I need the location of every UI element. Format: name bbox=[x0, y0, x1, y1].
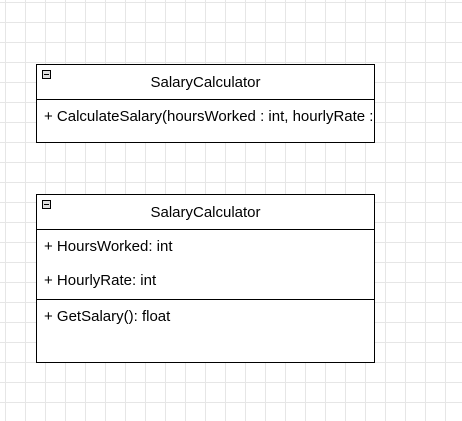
class-name: SalaryCalculator bbox=[150, 203, 261, 221]
collapse-icon[interactable] bbox=[42, 200, 51, 209]
uml-class-box[interactable]: SalaryCalculator + HoursWorked: int + Ho… bbox=[36, 194, 375, 363]
uml-class-box[interactable]: SalaryCalculator + CalculateSalary(hours… bbox=[36, 64, 375, 143]
operations-compartment: + CalculateSalary(hoursWorked : int, hou… bbox=[37, 100, 374, 134]
operations-compartment: + GetSalary(): float bbox=[37, 300, 374, 334]
operation-item[interactable]: + GetSalary(): float bbox=[37, 300, 374, 334]
attribute-item[interactable]: + HoursWorked: int bbox=[37, 230, 374, 264]
attribute-item[interactable]: + HourlyRate: int bbox=[37, 264, 374, 298]
class-header[interactable]: SalaryCalculator bbox=[37, 195, 374, 230]
attributes-compartment: + HoursWorked: int + HourlyRate: int bbox=[37, 230, 374, 300]
operation-item[interactable]: + CalculateSalary(hoursWorked : int, hou… bbox=[37, 100, 374, 134]
class-name: SalaryCalculator bbox=[150, 73, 261, 91]
collapse-icon[interactable] bbox=[42, 70, 51, 79]
class-header[interactable]: SalaryCalculator bbox=[37, 65, 374, 100]
